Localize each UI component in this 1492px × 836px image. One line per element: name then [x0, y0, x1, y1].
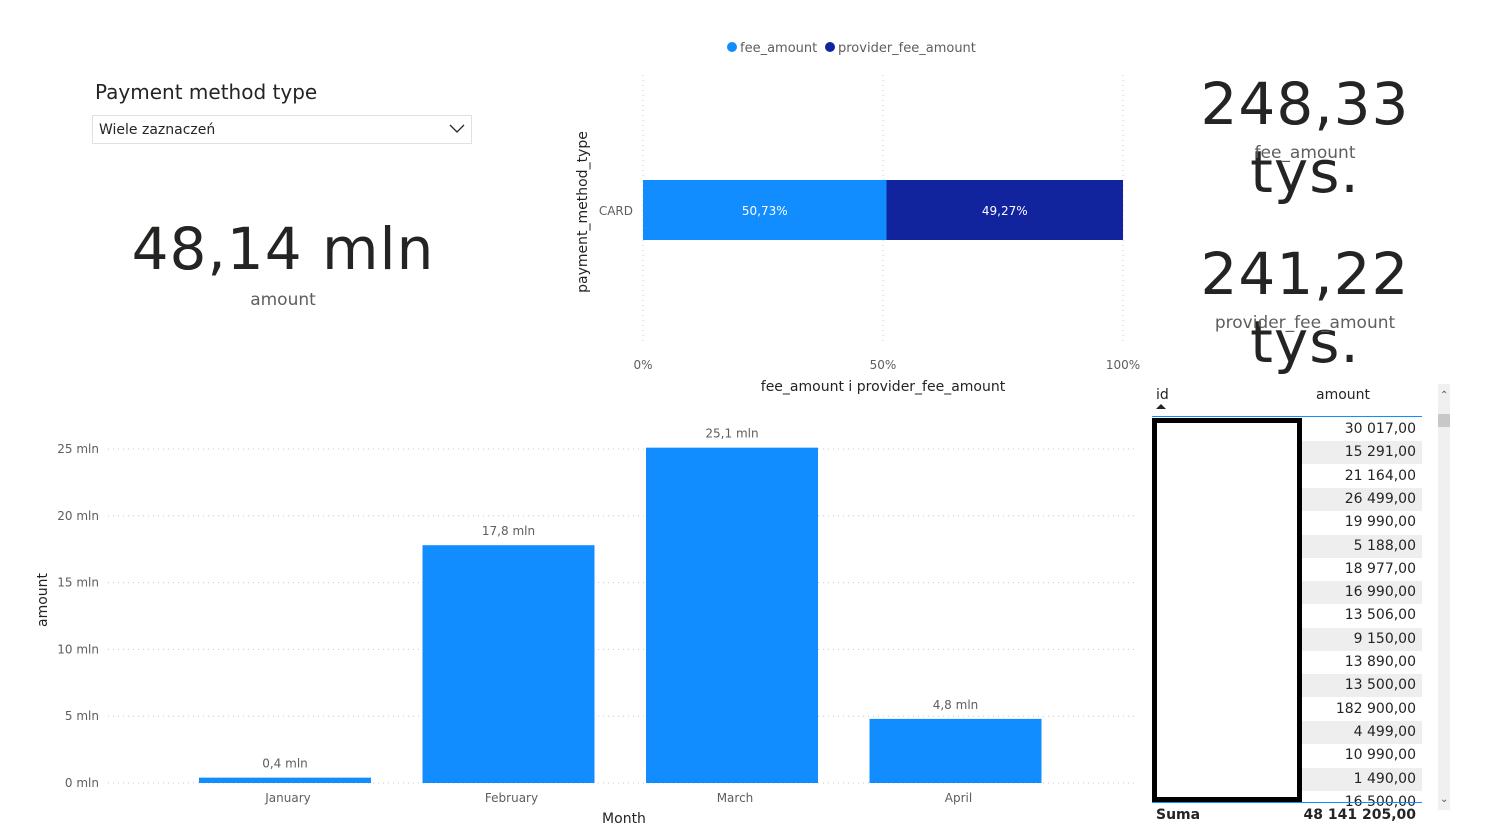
data-label: 0,4 mln	[262, 757, 308, 771]
table-row[interactable]: 13 506,00	[1302, 604, 1422, 627]
legend-fee-icon	[727, 42, 737, 52]
col-header-id[interactable]: id	[1156, 387, 1169, 403]
legend-provider-icon	[825, 42, 835, 52]
table-row[interactable]: 16 990,00	[1302, 581, 1422, 605]
table-row[interactable]: 18 977,00	[1302, 558, 1422, 581]
scroll-thumb[interactable]	[1438, 414, 1450, 427]
y-axis-title: amount	[35, 572, 51, 627]
x-tick-label: 0%	[633, 358, 652, 372]
table-row[interactable]: 30 017,00	[1302, 418, 1422, 441]
y-tick-label: 20 mln	[57, 509, 99, 523]
scroll-up-icon[interactable]: ⌃	[1440, 390, 1448, 401]
data-label: 49,27%	[982, 204, 1028, 218]
bar-february[interactable]	[422, 545, 595, 783]
table-row[interactable]: 4 499,00	[1302, 720, 1422, 744]
x-tick-label: 50%	[870, 358, 897, 372]
total-value: 48 141 205,00	[1303, 807, 1416, 823]
y-tick-label: 5 mln	[65, 709, 99, 723]
total-label: Suma	[1156, 807, 1201, 823]
y-axis-title: payment_method_type	[575, 131, 591, 293]
y-tick-label: 15 mln	[57, 576, 99, 590]
table-row[interactable]: 13 890,00	[1302, 651, 1422, 674]
x-tick-label: March	[717, 791, 754, 805]
data-table: id amount 30 017,00 15 291,00 21 164,00 26 …	[1152, 384, 1452, 834]
x-axis-title: fee_amount i provider_fee_amount	[761, 379, 1006, 395]
x-tick-label: 100%	[1106, 358, 1140, 372]
data-label: 25,1 mln	[705, 427, 758, 441]
redaction-box	[1152, 418, 1302, 802]
x-tick-label: January	[264, 791, 311, 805]
legend-provider[interactable]: provider_fee_amount	[838, 41, 976, 56]
table-scrollbar[interactable]: ⌃ ⌄	[1438, 384, 1450, 810]
sort-asc-icon	[1156, 404, 1166, 409]
y-tick-label: 25 mln	[57, 442, 99, 456]
table-row[interactable]: 19 990,00	[1302, 511, 1422, 534]
table-row[interactable]: 26 499,00	[1302, 487, 1422, 511]
data-label: 17,8 mln	[482, 524, 535, 538]
y-tick-label: 10 mln	[57, 642, 99, 656]
bar-january[interactable]	[199, 777, 371, 783]
bar-march[interactable]	[646, 447, 818, 783]
table-row[interactable]: 21 164,00	[1302, 465, 1422, 488]
legend-fee[interactable]: fee_amount	[740, 41, 817, 56]
y-tick-label: 0 mln	[65, 776, 99, 790]
total-divider	[1152, 802, 1422, 803]
table-row[interactable]: 13 500,00	[1302, 674, 1422, 698]
table-row[interactable]: 10 990,00	[1302, 744, 1422, 767]
data-label: 4,8 mln	[933, 698, 979, 712]
header-divider	[1152, 416, 1422, 417]
col-header-amount[interactable]: amount	[1316, 387, 1370, 403]
x-axis-title: Month	[602, 811, 646, 827]
table-row[interactable]: 9 150,00	[1302, 627, 1422, 651]
table-row[interactable]: 15 291,00	[1302, 441, 1422, 465]
x-tick-label: February	[485, 791, 538, 805]
bar-april[interactable]	[869, 718, 1042, 783]
data-label: 50,73%	[742, 204, 788, 218]
x-tick-label: April	[945, 791, 972, 805]
table-row[interactable]: 1 490,00	[1302, 767, 1422, 791]
table-row[interactable]: 182 900,00	[1302, 698, 1422, 721]
category-label: CARD	[599, 204, 633, 218]
table-row[interactable]: 5 188,00	[1302, 534, 1422, 558]
scroll-down-icon[interactable]: ⌄	[1440, 794, 1448, 805]
